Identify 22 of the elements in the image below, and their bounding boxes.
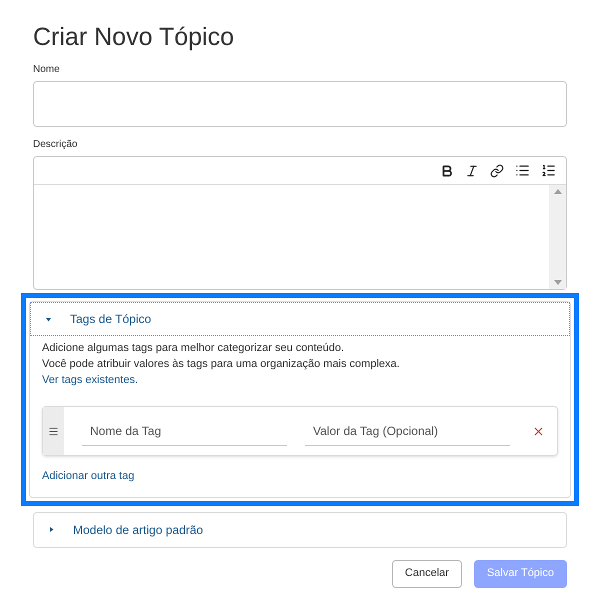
page-title: Criar Novo Tópico	[33, 22, 236, 52]
section-toggle[interactable]: Modelo de artigo padrão	[34, 512, 566, 546]
help-text: Adicione algumas tags para melhor categorizar seu conteúdo.	[42, 341, 346, 356]
bullet-list-icon[interactable]	[515, 163, 530, 178]
field-label: Descrição	[33, 138, 78, 152]
caret-down-icon	[46, 316, 51, 322]
remove-icon[interactable]	[532, 424, 545, 438]
drag-handle[interactable]	[43, 407, 64, 455]
tag-name-field[interactable]: Nome da Tag	[82, 416, 287, 446]
link-icon[interactable]	[490, 164, 504, 178]
existing-tags-link[interactable]: Ver tags existentes.	[42, 372, 138, 388]
tag-value-field[interactable]: Valor da Tag (Opcional)	[305, 416, 510, 446]
caret-right-icon	[49, 527, 54, 532]
bold-icon[interactable]	[440, 164, 454, 178]
add-tag-link[interactable]: Adicionar outra tag	[42, 468, 134, 484]
numbered-list-icon[interactable]	[541, 163, 556, 178]
drag-handle-icon	[48, 426, 59, 436]
cancel-button[interactable]: Cancelar	[392, 560, 462, 588]
help-text: Você pode atribuir valores às tags para uma organização mais complexa.	[42, 357, 401, 372]
field-label: Nome	[33, 63, 61, 77]
italic-icon[interactable]	[465, 164, 479, 178]
section-toggle[interactable]: Tags de Tópico	[30, 302, 570, 336]
